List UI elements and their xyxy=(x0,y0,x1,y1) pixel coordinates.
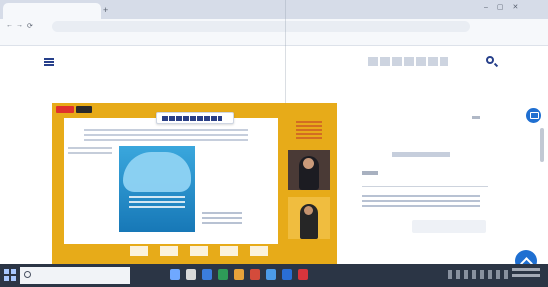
document-cover-image xyxy=(119,146,195,232)
browser-tab-active[interactable] xyxy=(3,3,101,19)
slide-side-text xyxy=(68,147,112,157)
panel-text xyxy=(362,195,480,208)
new-tab-icon[interactable]: + xyxy=(103,5,108,15)
slide-title-chip xyxy=(156,112,234,124)
taskbar-app-icon[interactable] xyxy=(186,269,196,280)
breadcrumb[interactable] xyxy=(58,74,148,81)
reload-icon[interactable]: ⟳ xyxy=(27,22,33,30)
sponsor-logos xyxy=(130,246,270,256)
panel-field-label xyxy=(362,171,378,175)
record-badge xyxy=(56,106,74,113)
search-icon[interactable] xyxy=(486,56,494,64)
panel-input-field[interactable] xyxy=(362,171,488,187)
taskbar-search-box[interactable] xyxy=(20,267,130,284)
panel-title xyxy=(392,152,450,157)
slide-heading xyxy=(84,129,248,143)
taskbar-app-icon[interactable] xyxy=(202,269,212,280)
panel-button[interactable] xyxy=(412,220,486,233)
speaker-face xyxy=(303,158,314,169)
taskbar-app-icon[interactable] xyxy=(298,269,308,280)
taskbar-clock xyxy=(512,268,540,280)
slide-note xyxy=(202,212,242,224)
site-title[interactable] xyxy=(58,57,178,67)
taskbar-app-icon[interactable] xyxy=(266,269,276,280)
bookmarks-bar xyxy=(0,34,548,46)
taskbar-app-icon[interactable] xyxy=(234,269,244,280)
window-controls[interactable]: –▢✕ xyxy=(484,3,527,11)
taskbar-app-icon[interactable] xyxy=(218,269,228,280)
menu-icon[interactable] xyxy=(44,58,54,66)
forward-icon[interactable]: → xyxy=(16,22,23,29)
taskbar-app-icon[interactable] xyxy=(282,269,292,280)
search-prompt[interactable] xyxy=(368,57,448,66)
taskbar-app-icon[interactable] xyxy=(170,269,180,280)
windows-start-icon[interactable] xyxy=(4,269,16,281)
taskbar-app-icon[interactable] xyxy=(250,269,260,280)
panel-indicator xyxy=(472,116,480,119)
chat-icon[interactable] xyxy=(526,108,541,123)
live-badge xyxy=(76,106,92,113)
scrollbar[interactable] xyxy=(540,128,544,162)
broadcast-logo xyxy=(296,121,322,141)
back-icon[interactable]: ← xyxy=(6,22,13,29)
system-tray[interactable] xyxy=(448,270,508,279)
interpreter-face xyxy=(304,206,313,215)
taskbar-search-icon xyxy=(24,271,31,278)
address-bar[interactable] xyxy=(52,21,470,32)
